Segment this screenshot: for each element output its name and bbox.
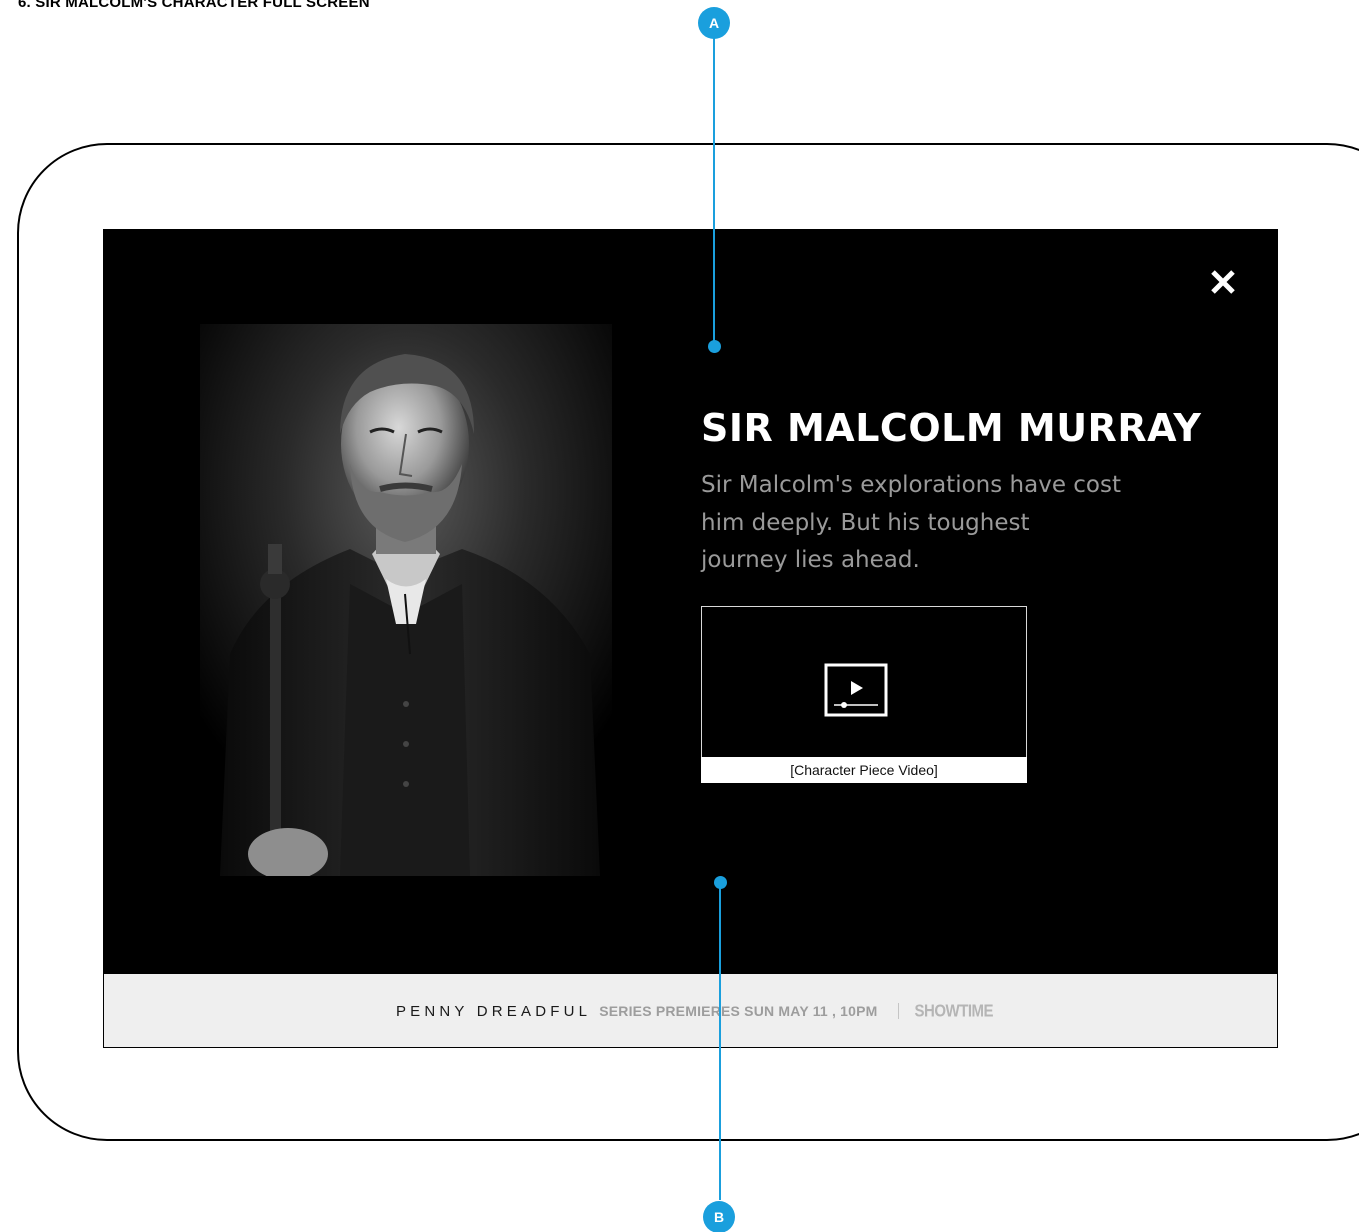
divider xyxy=(897,1003,899,1019)
annotation-b-line xyxy=(719,882,721,1200)
character-video-player[interactable]: [Character Piece Video] xyxy=(701,606,1027,783)
close-button[interactable]: X xyxy=(1207,266,1239,298)
play-video-icon[interactable] xyxy=(824,663,888,722)
annotation-a-badge: A xyxy=(698,7,730,39)
page: 6. SIR MALCOLM'S CHARACTER FULL SCREEN X xyxy=(0,0,1359,1232)
video-caption: [Character Piece Video] xyxy=(701,757,1027,783)
annotation-b-badge: B xyxy=(703,1201,735,1232)
annotation-a-line xyxy=(713,38,715,346)
network-logo: SHOWTIME xyxy=(914,1001,994,1021)
show-title: PENNY DREADFUL xyxy=(395,1002,592,1020)
close-icon xyxy=(1211,270,1235,294)
annotation-a-dot xyxy=(708,340,721,353)
promo-banner[interactable]: PENNY DREADFUL SERIES PREMIERES SUN MAY … xyxy=(104,974,1277,1047)
character-description: Sir Malcolm's explorations have cost him… xyxy=(701,472,1121,573)
character-portrait xyxy=(200,324,612,876)
character-name: SIR MALCOLM MURRAY xyxy=(701,406,1202,450)
premiere-date: SERIES PREMIERES SUN MAY 11 , 10PM xyxy=(599,1003,878,1019)
document-title: 6. SIR MALCOLM'S CHARACTER FULL SCREEN xyxy=(18,0,370,11)
character-fullscreen-modal: X xyxy=(103,229,1278,1048)
